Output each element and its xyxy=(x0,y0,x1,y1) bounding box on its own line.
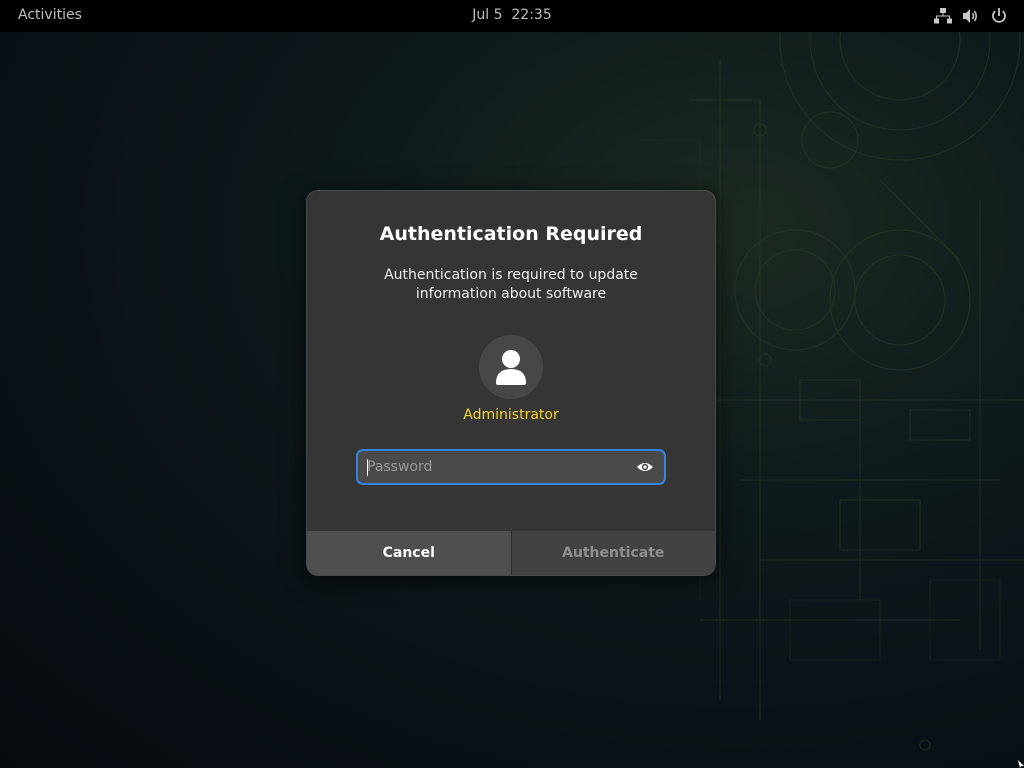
power-icon[interactable] xyxy=(990,7,1008,25)
user-name: Administrator xyxy=(463,407,559,423)
user-avatar-icon xyxy=(496,350,526,385)
desktop: Activities Jul 5 22:35 Authentication Re… xyxy=(0,0,1024,768)
volume-icon[interactable] xyxy=(961,7,979,25)
network-icon[interactable] xyxy=(934,7,952,25)
password-input[interactable] xyxy=(358,451,628,483)
eye-icon[interactable] xyxy=(636,459,654,475)
user-avatar xyxy=(479,335,543,399)
dialog-description: Authentication is required to update inf… xyxy=(384,267,638,302)
dialog-title: Authentication Required xyxy=(379,223,643,245)
top-bar: Activities Jul 5 22:35 xyxy=(0,0,1024,32)
clock[interactable]: Jul 5 22:35 xyxy=(0,7,1024,23)
mouse-pointer-icon xyxy=(1018,760,1024,768)
authentication-dialog: Authentication Required Authentication i… xyxy=(306,190,716,576)
text-caret xyxy=(367,459,368,476)
password-field[interactable] xyxy=(356,449,666,485)
dialog-button-row: Cancel Authenticate xyxy=(307,531,715,575)
cancel-button[interactable]: Cancel xyxy=(307,531,512,575)
authenticate-button[interactable]: Authenticate xyxy=(511,531,715,575)
